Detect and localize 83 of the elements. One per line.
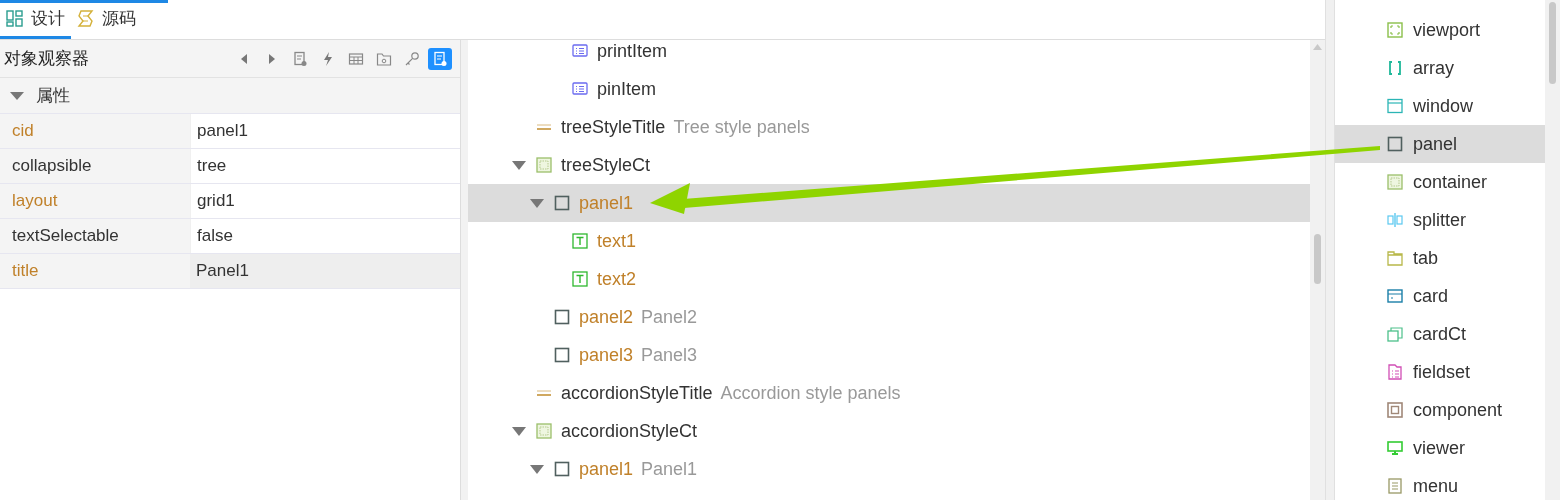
node-caption: Accordion style panels bbox=[720, 381, 901, 405]
document-icon bbox=[292, 50, 308, 67]
property-name: layout bbox=[0, 184, 190, 218]
tab-icon bbox=[1387, 250, 1403, 266]
text-icon bbox=[572, 233, 588, 249]
panel-icon bbox=[554, 195, 570, 211]
document-icon bbox=[432, 50, 448, 67]
palette-item[interactable]: array bbox=[1335, 49, 1545, 87]
toolbar-button[interactable] bbox=[428, 47, 452, 70]
tree-row[interactable]: treeStyleTitle Tree style panels bbox=[468, 108, 1310, 146]
editor-tab[interactable]: 源码 bbox=[71, 1, 142, 39]
palette-item[interactable]: container bbox=[1335, 163, 1545, 201]
property-name: textSelectable bbox=[0, 219, 190, 253]
palette-item[interactable]: menu bbox=[1335, 467, 1545, 500]
scrollbar-thumb[interactable] bbox=[1549, 2, 1556, 84]
container-icon bbox=[536, 157, 552, 173]
node-label: printItem bbox=[597, 40, 668, 63]
caret-icon[interactable] bbox=[10, 90, 24, 101]
monitor-icon bbox=[1387, 440, 1403, 456]
palette-item[interactable]: viewer bbox=[1335, 429, 1545, 467]
node-label: panel3 bbox=[579, 343, 634, 367]
node-caption: Panel1 bbox=[641, 457, 698, 481]
tree-row[interactable]: accordionStyleCt bbox=[468, 412, 1310, 450]
node-label: accordionStyleCt bbox=[561, 419, 698, 443]
panel-icon bbox=[554, 461, 570, 477]
palette-item[interactable]: cardCt bbox=[1335, 315, 1545, 353]
tree-row[interactable]: accordionStyleTitle Accordion style panels bbox=[468, 374, 1310, 412]
property-name: cid bbox=[0, 114, 190, 148]
palette-item[interactable]: component bbox=[1335, 391, 1545, 429]
panel-icon bbox=[554, 309, 570, 325]
component-icon bbox=[1387, 402, 1403, 418]
menu-icon bbox=[1387, 478, 1403, 494]
tree-row[interactable]: pinItem bbox=[468, 70, 1310, 108]
node-label: text1 bbox=[597, 229, 637, 253]
brackets-icon bbox=[1387, 60, 1403, 76]
tree-row[interactable]: treeStyleCt bbox=[468, 146, 1310, 184]
node-label: treeStyleTitle bbox=[561, 115, 666, 139]
viewport-icon bbox=[1387, 22, 1403, 38]
node-caption: Panel2 bbox=[641, 305, 698, 329]
property-name: title bbox=[0, 254, 190, 288]
caret-icon[interactable] bbox=[530, 464, 544, 474]
palette-item[interactable]: splitter bbox=[1335, 201, 1545, 239]
layout-icon bbox=[6, 10, 23, 27]
folder-icon bbox=[376, 50, 392, 67]
caret-icon[interactable] bbox=[530, 198, 544, 208]
scroll-icon bbox=[77, 10, 94, 27]
list-icon bbox=[572, 81, 588, 97]
node-label: panel1 bbox=[579, 191, 634, 215]
list-icon bbox=[572, 43, 588, 59]
palette-item[interactable]: card bbox=[1335, 277, 1545, 315]
container-icon bbox=[536, 423, 552, 439]
key-icon bbox=[404, 50, 420, 67]
tree-row[interactable]: printItem bbox=[468, 40, 1310, 70]
window-icon bbox=[1387, 98, 1403, 114]
node-label: text2 bbox=[597, 267, 637, 291]
scrollbar-thumb[interactable] bbox=[1314, 234, 1321, 284]
splitter-icon bbox=[1387, 212, 1403, 228]
caret-icon[interactable] bbox=[512, 426, 526, 436]
palette-item[interactable]: window bbox=[1335, 87, 1545, 125]
node-caption: Panel3 bbox=[641, 343, 698, 367]
palette-item[interactable]: tab bbox=[1335, 239, 1545, 277]
node-label: accordionStyleTitle bbox=[561, 381, 713, 405]
palette-item[interactable]: fieldset bbox=[1335, 353, 1545, 391]
node-label: pinItem bbox=[597, 77, 657, 101]
panel-icon bbox=[1387, 136, 1403, 152]
card-icon bbox=[1387, 288, 1403, 304]
palette-item[interactable]: viewport bbox=[1335, 11, 1545, 49]
panel-title: 对象观察器 bbox=[4, 47, 90, 70]
table-icon bbox=[348, 50, 364, 67]
node-label: treeStyleCt bbox=[561, 153, 651, 177]
node-caption: Tree style panels bbox=[673, 115, 810, 139]
panel-icon bbox=[554, 347, 570, 363]
node-label: panel2 bbox=[579, 305, 634, 329]
text-icon bbox=[572, 271, 588, 287]
fieldset-icon bbox=[1387, 364, 1403, 380]
container-icon bbox=[1387, 174, 1403, 190]
section-label: 属性 bbox=[36, 84, 70, 107]
node-label: panel1 bbox=[579, 457, 634, 481]
palette-item[interactable]: panel bbox=[1335, 125, 1545, 163]
property-name: collapsible bbox=[0, 149, 190, 183]
caret-icon[interactable] bbox=[512, 160, 526, 170]
property-value[interactable]: Panel1 bbox=[190, 254, 460, 288]
stacked-cards-icon bbox=[1387, 326, 1403, 342]
